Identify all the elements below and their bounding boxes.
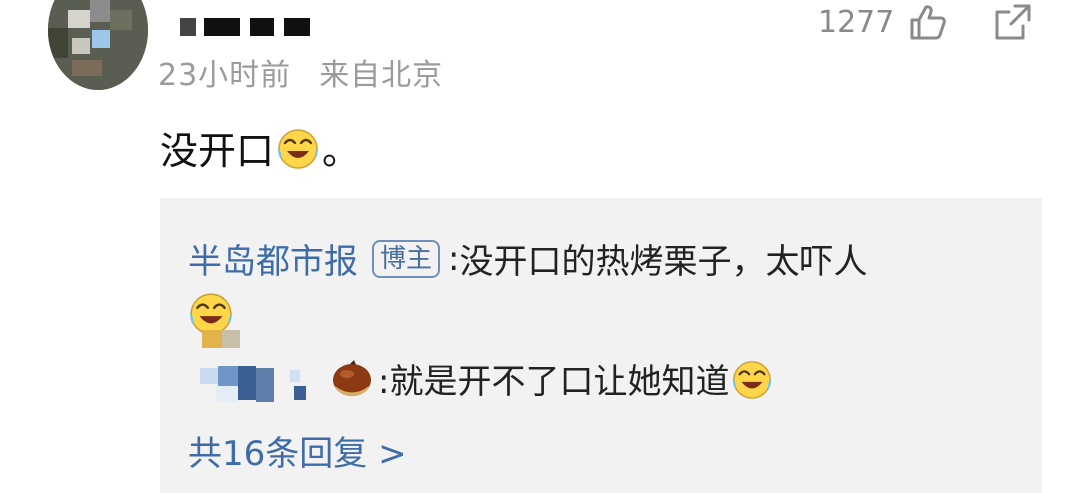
reply-sep: :	[448, 238, 460, 279]
thumbs-up-icon	[910, 5, 947, 40]
pixelated-artifact	[216, 386, 238, 402]
laughing-crying-emoji-icon	[731, 358, 773, 400]
pixelated-artifact	[218, 366, 238, 386]
laughing-crying-emoji-icon	[276, 126, 320, 170]
reply-line-second: :就是开不了口让她知道	[330, 354, 775, 403]
reply-preview-box[interactable]: 半岛都市报 博主 : 没开口的热烤栗子，太吓人 :就是开不了口让她知道 共16条…	[160, 198, 1042, 493]
pixelated-artifact	[256, 368, 274, 402]
like-count: 1277	[818, 4, 895, 40]
reply-line-author: 半岛都市报 博主 : 没开口的热烤栗子，太吓人	[188, 234, 867, 283]
reply-second-text: :就是开不了口让她知道	[378, 362, 730, 402]
pixelated-artifact	[290, 370, 300, 382]
pixelated-artifact	[238, 366, 256, 400]
avatar[interactable]	[48, 0, 148, 90]
comment-source: 来自北京	[319, 58, 444, 93]
view-all-replies-link[interactable]: 共16条回复 >	[188, 426, 407, 475]
comment-text-end: 。	[322, 129, 361, 173]
reply-author-link[interactable]: 半岛都市报	[188, 234, 358, 283]
author-badge: 博主	[372, 239, 441, 278]
reply-text: 没开口的热烤栗子，太吓人	[459, 242, 868, 282]
comment-text: 没开口 。	[160, 120, 360, 175]
pixelated-artifact	[202, 330, 222, 348]
reply-user-redacted[interactable]	[200, 368, 218, 384]
pixelated-artifact	[294, 386, 306, 400]
share-icon[interactable]	[993, 2, 1033, 42]
chestnut-emoji-icon	[333, 359, 371, 396]
like-button[interactable]: 1277	[818, 2, 948, 42]
comment-meta: 23小时前 来自北京	[158, 50, 443, 94]
comment-time: 23小时前	[158, 58, 292, 93]
comment-text-main: 没开口	[160, 129, 275, 173]
pixelated-artifact	[222, 330, 240, 348]
